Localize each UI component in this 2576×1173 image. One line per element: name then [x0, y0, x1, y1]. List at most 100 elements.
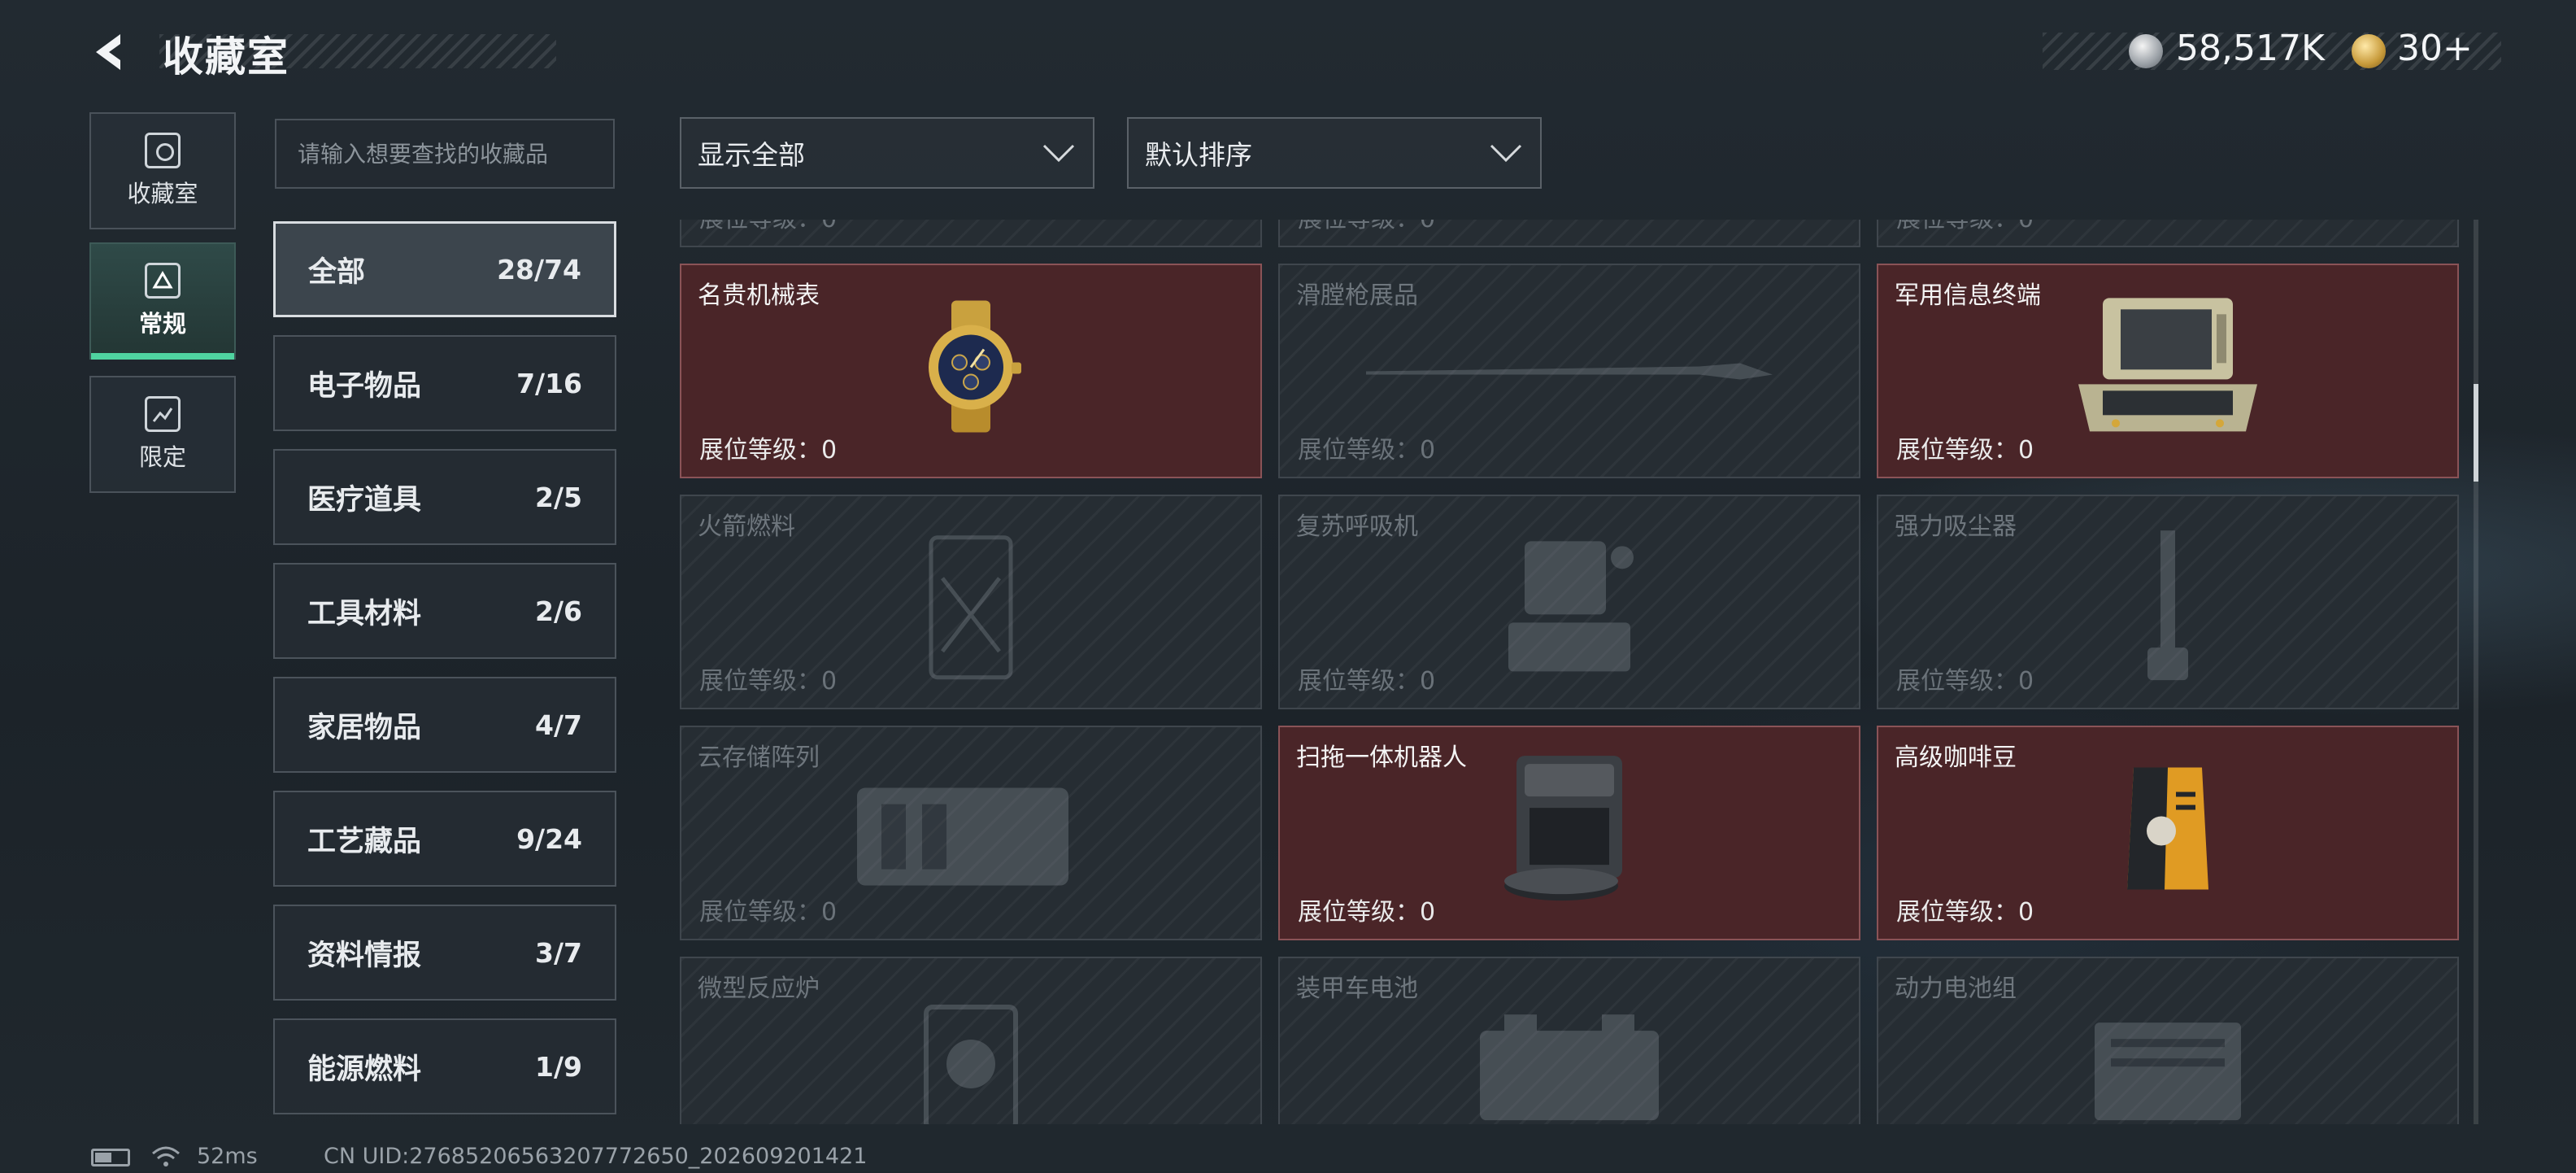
category-count: 28/74	[497, 253, 581, 286]
chevron-down-icon	[1042, 144, 1075, 163]
grid-scrollbar-track[interactable]	[2474, 220, 2478, 1124]
item-name: 装甲车电池	[1296, 975, 1418, 1003]
booth-level: 展位等级：0	[1298, 220, 1435, 234]
category-count: 7/16	[516, 367, 582, 399]
silver-coin-icon	[2129, 34, 2163, 68]
robot-mop-icon	[1500, 751, 1638, 909]
grid-scrollbar-thumb[interactable]	[2474, 384, 2478, 482]
booth-level: 展位等级：0	[1896, 436, 2034, 464]
collection-card-watch[interactable]: 名贵机械表 展位等级：0	[680, 264, 1262, 478]
booth-level: 展位等级：0	[699, 898, 838, 927]
booth-level: 展位等级：0	[1298, 436, 1436, 464]
gold-coin-icon	[2352, 34, 2386, 68]
category-energy[interactable]: 能源燃料 1/9	[273, 1018, 616, 1114]
category-count: 3/7	[535, 936, 582, 969]
item-name: 云存储阵列	[698, 743, 820, 772]
category-tools[interactable]: 工具材料 2/6	[273, 563, 616, 659]
page-title: 收藏室	[163, 33, 289, 81]
category-count: 4/7	[535, 709, 582, 741]
booth-level: 展位等级：0	[1896, 220, 2034, 234]
vacuum-icon	[2131, 525, 2204, 691]
item-name: 高级咖啡豆	[1895, 743, 2017, 772]
item-name: 军用信息终端	[1895, 281, 2041, 310]
limited-icon	[145, 396, 181, 432]
battery-icon	[1472, 1006, 1667, 1124]
tab-label: 限定	[138, 443, 186, 471]
item-name: 复苏呼吸机	[1296, 512, 1418, 541]
category-name: 资料情报	[307, 939, 422, 972]
booth-level: 展位等级：0	[699, 436, 838, 464]
active-tab-indicator	[91, 353, 234, 360]
booth-level: 展位等级：0	[699, 667, 838, 696]
user-uid: CN UID:27685206563207772650_202609201421	[324, 1144, 868, 1169]
gold-currency-amount[interactable]: 30+	[2397, 28, 2473, 69]
collection-card-ventilator[interactable]: 复苏呼吸机 展位等级：0	[1278, 495, 1860, 709]
category-intel[interactable]: 资料情报 3/7	[273, 905, 616, 1001]
tab-limited[interactable]: 限定	[89, 376, 236, 493]
collection-card-micro-reactor[interactable]: 微型反应炉	[680, 957, 1262, 1124]
silver-currency-amount: 58,517K	[2176, 28, 2325, 69]
coffee-bag-icon	[2119, 760, 2217, 901]
collection-card[interactable]: 展位等级：0	[1877, 220, 2459, 247]
category-name: 家居物品	[307, 711, 422, 744]
battery-status-icon	[91, 1149, 130, 1166]
fuel-can-icon	[926, 530, 1016, 687]
category-name: 工具材料	[307, 597, 422, 630]
search-input[interactable]	[275, 119, 615, 189]
tab-regular[interactable]: 常规	[89, 242, 236, 360]
sort-dropdown[interactable]: 默认排序	[1127, 117, 1542, 189]
category-home[interactable]: 家居物品 4/7	[273, 677, 616, 773]
sort-value: 默认排序	[1145, 139, 1252, 171]
collection-card-terminal[interactable]: 军用信息终端 展位等级：0	[1877, 264, 2459, 478]
ping-value: 52ms	[197, 1144, 258, 1169]
category-medical[interactable]: 医疗道具 2/5	[273, 449, 616, 545]
category-electronics[interactable]: 电子物品 7/16	[273, 335, 616, 431]
collection-card-vacuum[interactable]: 强力吸尘器 展位等级：0	[1877, 495, 2459, 709]
collection-card-armored-battery[interactable]: 装甲车电池	[1278, 957, 1860, 1124]
category-name: 能源燃料	[307, 1053, 422, 1086]
watch-icon	[906, 298, 1036, 439]
category-all[interactable]: 全部 28/74	[273, 221, 616, 317]
category-name: 电子物品	[307, 369, 422, 403]
category-name: 工艺藏品	[307, 825, 422, 858]
display-filter-value: 显示全部	[698, 139, 805, 171]
musket-icon	[1358, 347, 1781, 399]
tab-label: 收藏室	[127, 180, 198, 207]
collection-card[interactable]: 展位等级：0	[1278, 220, 1860, 247]
terminal-icon	[2070, 293, 2265, 443]
display-filter-dropdown[interactable]: 显示全部	[680, 117, 1094, 189]
chevron-down-icon	[1490, 144, 1522, 163]
item-name: 滑膛枪展品	[1296, 281, 1418, 310]
collection-grid: 展位等级：0 展位等级：0 展位等级：0 名贵机械表 展位等级：0 滑膛枪展品	[677, 220, 2465, 1124]
category-count: 9/24	[516, 822, 582, 855]
category-count: 2/6	[535, 595, 582, 627]
item-name: 扫拖一体机器人	[1296, 743, 1467, 772]
storage-array-icon	[849, 772, 1093, 905]
collection-card-robot-mop[interactable]: 扫拖一体机器人 展位等级：0	[1278, 726, 1860, 940]
collection-card-musket[interactable]: 滑膛枪展品 展位等级：0	[1278, 264, 1860, 478]
collection-card[interactable]: 展位等级：0	[680, 220, 1262, 247]
category-name: 医疗道具	[307, 483, 422, 517]
collection-card-rocket-fuel[interactable]: 火箭燃料 展位等级：0	[680, 495, 1262, 709]
booth-level: 展位等级：0	[1298, 898, 1436, 927]
booth-level: 展位等级：0	[1896, 667, 2034, 696]
item-name: 火箭燃料	[698, 512, 795, 541]
category-crafts[interactable]: 工艺藏品 9/24	[273, 791, 616, 887]
ventilator-icon	[1492, 533, 1647, 682]
category-count: 1/9	[535, 1050, 582, 1083]
category-name: 全部	[308, 255, 366, 289]
tab-label: 常规	[138, 310, 186, 338]
tab-collection-room[interactable]: 收藏室	[89, 112, 236, 229]
collection-card-power-battery-pack[interactable]: 动力电池组	[1877, 957, 2459, 1124]
reactor-icon	[918, 999, 1024, 1124]
category-count: 2/5	[535, 481, 582, 513]
battery-pack-icon	[2086, 1006, 2249, 1124]
collection-icon	[145, 133, 181, 168]
collection-card-storage-array[interactable]: 云存储阵列 展位等级：0	[680, 726, 1262, 940]
regular-icon	[145, 263, 181, 299]
booth-level: 展位等级：0	[1298, 667, 1436, 696]
item-name: 强力吸尘器	[1895, 512, 2017, 541]
back-arrow-icon[interactable]	[88, 29, 133, 75]
wifi-icon	[150, 1144, 182, 1173]
collection-card-coffee-beans[interactable]: 高级咖啡豆 展位等级：0	[1877, 726, 2459, 940]
